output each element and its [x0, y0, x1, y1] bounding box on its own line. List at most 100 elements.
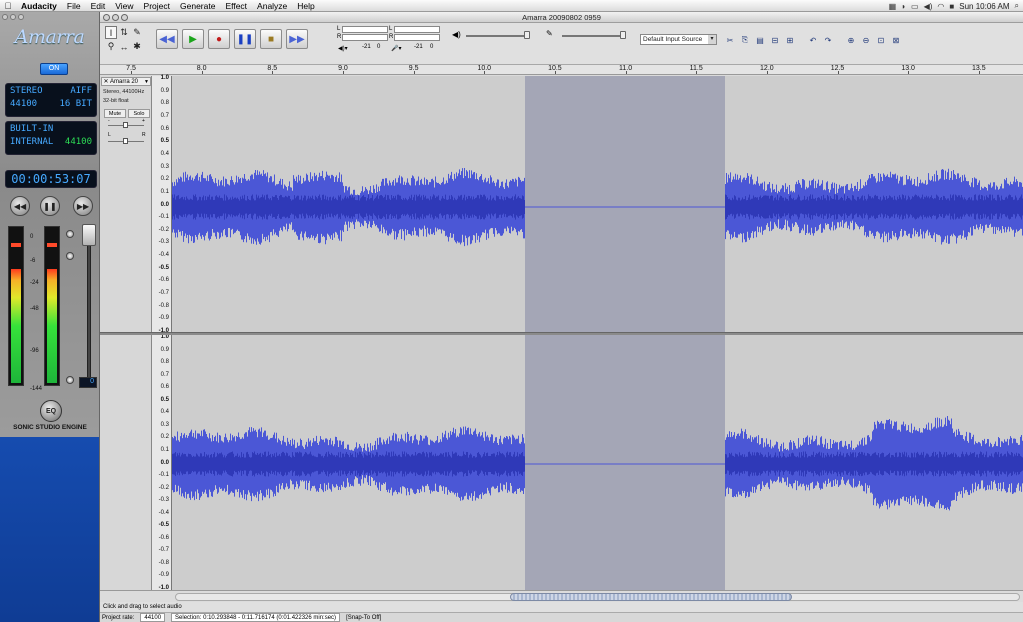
record-meter-left[interactable] [394, 26, 440, 33]
flag-icon[interactable]: ■ [949, 2, 954, 11]
scrollbar-thumb[interactable] [510, 593, 792, 601]
menu-generate[interactable]: Generate [175, 1, 220, 11]
zoom-in-icon[interactable]: ⊕ [845, 34, 857, 46]
device-text: BUILT-IN [10, 124, 54, 134]
menu-view[interactable]: View [110, 1, 138, 11]
skip-end-button[interactable]: ▶▶ [286, 29, 308, 49]
menu-file[interactable]: File [62, 1, 86, 11]
rewind-button[interactable]: ◀◀ [10, 196, 30, 216]
forward-icon: ▶▶ [76, 201, 90, 211]
forward-button[interactable]: ▶▶ [73, 196, 93, 216]
fit-selection-icon[interactable]: ⊡ [875, 34, 887, 46]
window-zoom-icon[interactable] [121, 14, 128, 21]
skip-start-button[interactable]: ◀◀ [156, 29, 178, 49]
copy-icon[interactable]: ⎘ [739, 34, 751, 46]
spotlight-icon[interactable]: ⌕ [1015, 1, 1019, 11]
pan-knob[interactable] [123, 138, 128, 144]
apple-menu-icon[interactable]:  [0, 1, 16, 11]
volume-icon[interactable]: ◀) [924, 2, 933, 11]
horizontal-scrollbar[interactable] [100, 590, 1023, 602]
cut-icon[interactable]: ✂ [724, 34, 736, 46]
wifi-icon[interactable]: ◠ [937, 2, 944, 11]
solo-button[interactable]: Solo [128, 109, 150, 118]
close-icon[interactable] [2, 14, 8, 20]
input-volume-knob[interactable] [620, 31, 626, 39]
status-grid-icon[interactable]: ▦ [889, 2, 897, 11]
amplitude-label: 0.6 [160, 384, 169, 391]
fit-project-icon[interactable]: ⊠ [890, 34, 902, 46]
window-close-icon[interactable] [103, 14, 110, 21]
microphone-icon[interactable]: 🎤▾ [391, 45, 401, 52]
play-meter-left[interactable] [342, 26, 388, 33]
output-volume-knob[interactable] [524, 31, 530, 39]
balance-knob-bottom[interactable] [66, 376, 74, 384]
output-volume-slider[interactable] [466, 35, 528, 37]
paste-icon[interactable]: ▤ [754, 34, 766, 46]
input-volume-slider[interactable] [562, 35, 624, 37]
amplitude-label: 0.0 [160, 201, 169, 208]
eq-button[interactable]: EQ [40, 400, 62, 422]
device-sub-text: INTERNAL [10, 137, 54, 147]
volume-slider-thumb[interactable] [82, 224, 96, 246]
menu-analyze[interactable]: Analyze [252, 1, 292, 11]
input-source-select[interactable]: Default Input Source ▾ [640, 34, 717, 45]
speaker-icon[interactable]: ◀)▾ [338, 45, 348, 52]
redo-icon[interactable]: ↷ [822, 34, 834, 46]
record-button[interactable]: ● [208, 29, 230, 49]
silence-icon[interactable]: ⊞ [784, 34, 796, 46]
record-meter-right[interactable] [394, 34, 440, 41]
timeline-ruler[interactable]: 7.5 8.0 8.5 9.0 9.5 10.0 10.5 11.0 11.5 12.0 12.5 1… [100, 65, 1023, 75]
device-rate-text: 44100 [64, 137, 92, 147]
amarra-titlebar [0, 12, 99, 22]
volume-slider-track[interactable] [87, 226, 91, 382]
track-close-icon[interactable]: ✕ [102, 78, 110, 85]
gain-knob[interactable] [123, 122, 128, 128]
amarra-on-button[interactable]: ON [40, 63, 68, 75]
menu-effect[interactable]: Effect [220, 1, 252, 11]
balance-knob-top[interactable] [66, 230, 74, 238]
channel-divider[interactable] [100, 332, 1023, 335]
amplitude-label: 0.8 [160, 100, 169, 107]
window-minimize-icon[interactable] [112, 14, 119, 21]
amarra-logo: Amarra [14, 26, 85, 48]
undo-icon[interactable]: ↶ [807, 34, 819, 46]
mute-button[interactable]: Mute [104, 109, 126, 118]
play-button[interactable]: ▶ [182, 29, 204, 49]
status-display-icon[interactable]: ▭ [911, 2, 919, 11]
ruler-tick [131, 71, 132, 74]
amarra-pause-button[interactable]: ❚❚ [40, 196, 60, 216]
menu-project[interactable]: Project [139, 1, 175, 11]
menu-help[interactable]: Help [292, 1, 319, 11]
pause-button[interactable]: ❚❚ [234, 29, 256, 49]
amplitude-label: -0.9 [158, 572, 169, 579]
multi-tool-icon[interactable]: ✱ [131, 40, 143, 53]
track-info-format: Stereo, 44100Hz [103, 89, 145, 95]
amplitude-label: 0.3 [160, 163, 169, 170]
trim-icon[interactable]: ⊟ [769, 34, 781, 46]
amplitude-label: -0.6 [158, 277, 169, 284]
track-name[interactable]: Amarra 20 [110, 79, 143, 85]
project-rate-field[interactable]: 44100 [140, 613, 166, 622]
play-meter-right[interactable] [342, 34, 388, 41]
selection-tool-icon[interactable]: I [105, 26, 117, 39]
amplitude-label: 0.0 [160, 459, 169, 466]
envelope-tool-icon[interactable]: ⇅ [118, 26, 130, 39]
zoom-icon[interactable] [18, 14, 24, 20]
channels-text: STEREO [10, 86, 43, 96]
stop-icon: ■ [267, 33, 275, 45]
menu-audacity[interactable]: Audacity [16, 1, 62, 11]
track-menu-icon[interactable]: ▼ [143, 79, 150, 85]
minimize-icon[interactable] [10, 14, 16, 20]
status-headphones-icon[interactable]: ◗ [901, 2, 906, 11]
format-display: STEREO AIFF 44100 16 BIT [5, 83, 97, 117]
stop-button[interactable]: ■ [260, 29, 282, 49]
play-icon: ▶ [189, 33, 197, 45]
clock[interactable]: Sun 10:06 AM [959, 2, 1009, 11]
zoom-tool-icon[interactable]: ⚲ [105, 40, 117, 53]
status-hint: Click and drag to select audio [100, 602, 1023, 612]
timeshift-tool-icon[interactable]: ↔ [118, 40, 130, 53]
balance-knob-mid[interactable] [66, 252, 74, 260]
draw-tool-icon[interactable]: ✎ [131, 26, 143, 39]
menu-edit[interactable]: Edit [86, 1, 111, 11]
zoom-out-icon[interactable]: ⊖ [860, 34, 872, 46]
